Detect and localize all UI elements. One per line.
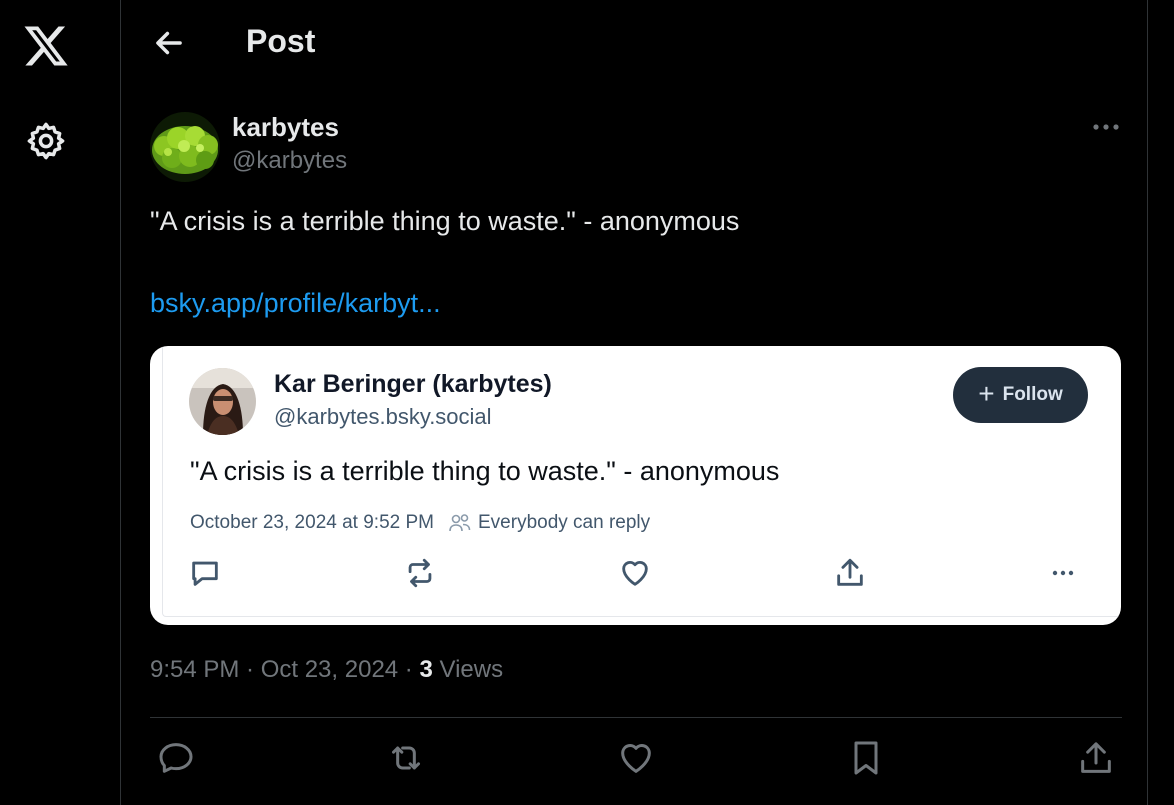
follow-button[interactable]: + Follow [953, 367, 1088, 423]
like-icon[interactable] [618, 556, 652, 590]
people-icon [449, 514, 471, 532]
views-count: 3 [419, 656, 433, 683]
timestamp-text[interactable]: 9:54 PM · Oct 23, 2024 · [150, 656, 419, 683]
left-navigation [0, 0, 121, 805]
embedded-bluesky-card[interactable]: Kar Beringer (karbytes) @karbytes.bsky.s… [150, 346, 1121, 625]
share-icon[interactable] [833, 556, 867, 590]
page-title: Post [246, 23, 316, 59]
post-text: "A crisis is a terrible thing to waste."… [150, 206, 740, 236]
avatar[interactable] [150, 112, 220, 182]
divider [150, 717, 1122, 718]
post-timestamp: 9:54 PM · Oct 23, 2024 · 3 Views [150, 656, 503, 684]
embed-post-text: "A crisis is a terrible thing to waste."… [190, 456, 780, 486]
plus-icon: + [978, 377, 995, 409]
author-name[interactable]: karbytes [232, 112, 339, 143]
arrow-left-icon[interactable] [150, 24, 188, 62]
embed-more-icon[interactable] [1046, 556, 1080, 590]
post-link[interactable]: bsky.app/profile/karbyt... [150, 288, 441, 319]
bookmark-icon[interactable] [846, 738, 886, 778]
share-icon[interactable] [1076, 738, 1116, 778]
views-label: Views [432, 656, 504, 683]
x-logo-icon[interactable] [22, 22, 70, 70]
more-options-icon[interactable] [1090, 114, 1122, 140]
repost-icon[interactable] [403, 556, 437, 590]
reply-setting: Everybody can reply [478, 512, 651, 533]
like-icon[interactable] [616, 738, 656, 778]
embed-author-name[interactable]: Kar Beringer (karbytes) [274, 370, 552, 399]
author-handle[interactable]: @karbytes [232, 147, 347, 175]
reply-icon[interactable] [188, 556, 222, 590]
embed-avatar[interactable] [189, 368, 256, 435]
follow-label: Follow [1002, 384, 1063, 405]
embed-author-handle[interactable]: @karbytes.bsky.social [274, 404, 492, 430]
retweet-icon[interactable] [386, 738, 426, 778]
gear-icon[interactable] [25, 120, 67, 162]
embed-meta: October 23, 2024 at 9:52 PM Everybody ca… [190, 512, 650, 534]
post-detail-column: Post karbytes @karbytes "A crisis is a t… [122, 0, 1148, 805]
embed-date[interactable]: October 23, 2024 at 9:52 PM [190, 512, 434, 534]
reply-icon[interactable] [156, 738, 196, 778]
